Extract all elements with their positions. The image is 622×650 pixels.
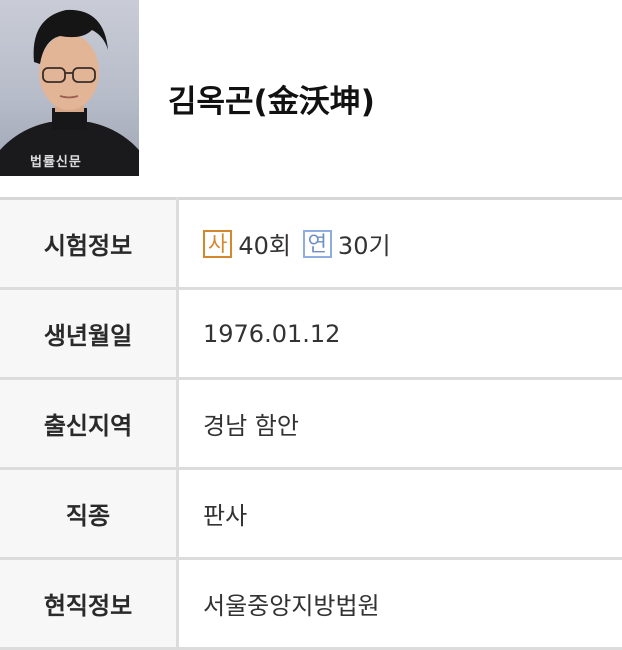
row-value-birthdate: 1976.01.12 <box>178 289 622 379</box>
row-value-occupation: 판사 <box>178 469 622 559</box>
table-row: 직종 판사 <box>0 469 622 559</box>
row-label-current-position: 현직정보 <box>0 559 178 649</box>
row-label-occupation: 직종 <box>0 469 178 559</box>
row-label-region: 출신지역 <box>0 379 178 469</box>
photo-watermark: 법률신문 <box>30 151 82 170</box>
row-value-region: 경남 함안 <box>178 379 622 469</box>
profile-name: 김옥곤(金沃坤) <box>168 76 375 121</box>
table-row: 시험정보 사40회 연30기 <box>0 199 622 289</box>
table-row: 현직정보 서울중앙지방법원 <box>0 559 622 649</box>
exam-yeon-badge: 연 <box>303 230 332 258</box>
row-value-exam: 사40회 연30기 <box>178 199 622 289</box>
row-label-exam: 시험정보 <box>0 199 178 289</box>
profile-header: 법률신문 김옥곤(金沃坤) <box>0 0 622 196</box>
exam-sa-value: 40회 <box>238 232 291 260</box>
table-row: 생년월일 1976.01.12 <box>0 289 622 379</box>
profile-info-table: 시험정보 사40회 연30기 생년월일 1976.01.12 출신지역 경남 함… <box>0 197 622 650</box>
portrait-illustration <box>0 0 139 176</box>
row-label-birthdate: 생년월일 <box>0 289 178 379</box>
profile-photo: 법률신문 <box>0 0 139 176</box>
row-value-current-position: 서울중앙지방법원 <box>178 559 622 649</box>
exam-sa-badge: 사 <box>203 230 232 258</box>
table-row: 출신지역 경남 함안 <box>0 379 622 469</box>
exam-yeon-value: 30기 <box>338 232 391 260</box>
